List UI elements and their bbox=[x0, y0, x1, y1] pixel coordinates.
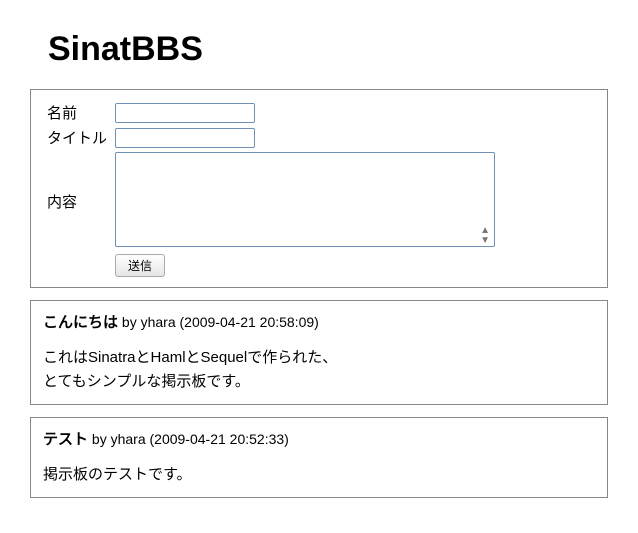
post-meta: by yhara (2009-04-21 20:52:33) bbox=[88, 431, 289, 447]
post-body: これはSinatraとHamlとSequelで作られた、 とてもシンプルな掲示板… bbox=[43, 346, 595, 394]
post-meta: by yhara (2009-04-21 20:58:09) bbox=[118, 314, 319, 330]
title-label: タイトル bbox=[43, 125, 111, 150]
post: こんにちは by yhara (2009-04-21 20:58:09) これは… bbox=[30, 300, 608, 405]
name-label: 名前 bbox=[43, 100, 111, 125]
name-input[interactable] bbox=[115, 103, 255, 123]
post-title: こんにちは bbox=[43, 314, 118, 331]
post-body: 掲示板のテストです。 bbox=[43, 463, 595, 487]
post: テスト by yhara (2009-04-21 20:52:33) 掲示板のテ… bbox=[30, 417, 608, 498]
spinner-down-icon[interactable]: ▼ bbox=[480, 236, 490, 246]
post-form: 名前 タイトル 内容 ▲ ▼ 送信 bbox=[30, 89, 608, 288]
post-title: テスト bbox=[43, 431, 88, 448]
body-label: 内容 bbox=[43, 150, 111, 252]
body-textarea[interactable] bbox=[115, 152, 495, 247]
submit-button[interactable]: 送信 bbox=[115, 254, 165, 277]
page-title: SinatBBS bbox=[48, 30, 608, 69]
title-input[interactable] bbox=[115, 128, 255, 148]
textarea-spinner: ▲ ▼ bbox=[476, 226, 494, 246]
